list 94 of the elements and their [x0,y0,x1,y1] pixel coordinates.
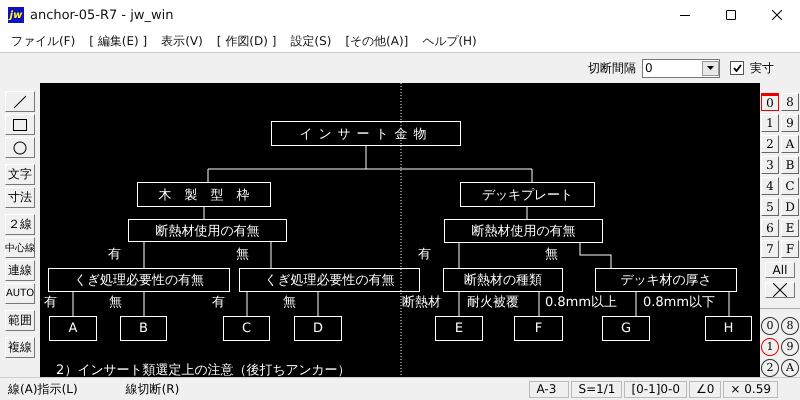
status-cell: [0-1]0-0 [624,380,687,398]
branch-label: 耐火被覆 [467,294,519,311]
circle-tool-button[interactable] [5,137,35,158]
dropdown-arrow-button[interactable] [702,60,719,76]
tool-button[interactable]: 文字 [5,164,35,185]
diagram-node: 断熱材使用の有無 [444,219,603,243]
line-tool-button[interactable] [5,91,35,112]
diagram-node: くぎ処理必要性の有無 [239,268,420,292]
diagram-node: 断熱材の種類 [443,268,563,292]
layer-group-button[interactable]: 1 [761,338,779,356]
app-logo: jw [8,7,24,23]
diagram-node: H [705,316,752,341]
diagram-node: くぎ処理必要性の有無 [48,268,230,292]
layer-group-button[interactable]: 2 [761,358,779,377]
status-text: 線(A)指示(L) [8,380,78,398]
layer-button[interactable]: 4 [761,177,779,195]
branch-label: 有 [44,294,57,311]
tool-button[interactable]: AUTO [5,283,35,304]
all-layers-button[interactable]: All [765,262,795,278]
layer-button[interactable]: B [781,156,799,174]
layer-button[interactable]: 9 [781,114,799,132]
status-text: 線切断(R) [126,380,180,398]
diagram-node: E [435,316,483,341]
minimize-icon [680,14,690,16]
diagram-node: D [294,316,342,341]
close-layers-button[interactable] [765,282,795,298]
diagram-node: 断熱材使用の有無 [128,219,287,242]
section-heading: 2）インサート類選定上の注意（後打ちアンカー） [56,362,350,377]
menu-item[interactable]: [ 作図(D) ] [210,31,284,51]
diagram-node: C [223,316,270,341]
branch-label: 断熱材 [402,294,441,311]
layer-group-button[interactable]: A [781,358,799,377]
menu-item[interactable]: [ 編集(E) ] [82,31,154,51]
branch-label: 有 [418,246,431,263]
tool-button[interactable]: ２線 [5,214,35,235]
status-cell: × 0.59 [723,380,778,398]
branch-label: 有 [212,294,225,311]
layer-button[interactable]: 8 [781,93,799,111]
close-icon [772,10,782,20]
layer-button[interactable]: 2 [761,135,779,153]
maximize-icon [726,10,736,20]
menu-item[interactable]: ヘルプ(H) [415,31,484,51]
tool-button[interactable]: 中心線 [5,237,35,258]
cross-icon [773,283,787,298]
layer-group-button[interactable]: 0 [761,316,779,335]
layer-button[interactable]: D [781,198,799,216]
circle-icon [13,140,27,154]
diagram-node: A [49,316,97,341]
branch-label: 0.8mm以下 [643,294,716,311]
layer-button[interactable]: 1 [761,114,779,132]
branch-label: 無 [109,294,122,311]
layer-group-button[interactable]: 9 [781,338,799,356]
layer-button[interactable]: 5 [761,198,779,216]
rectangle-tool-button[interactable] [5,114,35,135]
diagram-node: G [602,316,650,341]
tool-button[interactable]: 寸法 [5,187,35,208]
diagram-node: F [514,316,563,341]
layer-button[interactable]: 0 [761,93,779,111]
branch-label: 無 [545,246,558,263]
actual-size-checkbox[interactable] [730,61,744,75]
cut-interval-label: 切断間隔 [588,60,636,76]
tool-button[interactable]: 連線 [5,260,35,281]
layer-group-button[interactable]: 8 [781,316,799,335]
line-icon [13,94,27,108]
menu-item[interactable]: 設定(S) [283,31,338,51]
rectangle-icon [13,118,27,130]
cut-interval-dropdown[interactable]: 0 [642,58,720,78]
menu-item[interactable]: 表示(V) [154,31,210,51]
menu-item[interactable]: ファイル(F) [4,31,82,51]
diagram-node: 木 製 型 枠 [137,182,271,207]
checkmark-icon [732,64,742,72]
menu-item[interactable]: [その他(A)] [338,31,416,51]
tool-button[interactable]: 複線 [5,337,35,358]
actual-size-label: 実寸 [750,60,774,76]
diagram-node: デッキ材の厚さ [595,268,737,292]
branch-label: 有 [108,246,121,263]
branch-label: 無 [283,294,296,311]
layer-button[interactable]: 6 [761,219,779,237]
layer-button[interactable]: 3 [761,156,779,174]
layer-button[interactable]: 7 [761,240,779,258]
branch-label: 無 [236,246,249,263]
status-cell: ∠0 [689,380,722,398]
window-title: anchor-05-R7 - jw_win [30,8,174,22]
tool-button[interactable]: 範囲 [5,310,35,331]
layer-button[interactable]: C [781,177,799,195]
diagram-node: B [120,316,167,341]
caret-icon [707,66,714,70]
layer-button[interactable]: E [781,219,799,237]
layer-button[interactable]: F [781,240,799,258]
diagram-node: デッキプレート [460,182,595,207]
status-cell: A-3 [529,380,570,398]
layer-button[interactable]: A [781,135,799,153]
branch-label: 0.8mm以上 [545,294,618,311]
status-cell: S=1/1 [571,380,622,398]
